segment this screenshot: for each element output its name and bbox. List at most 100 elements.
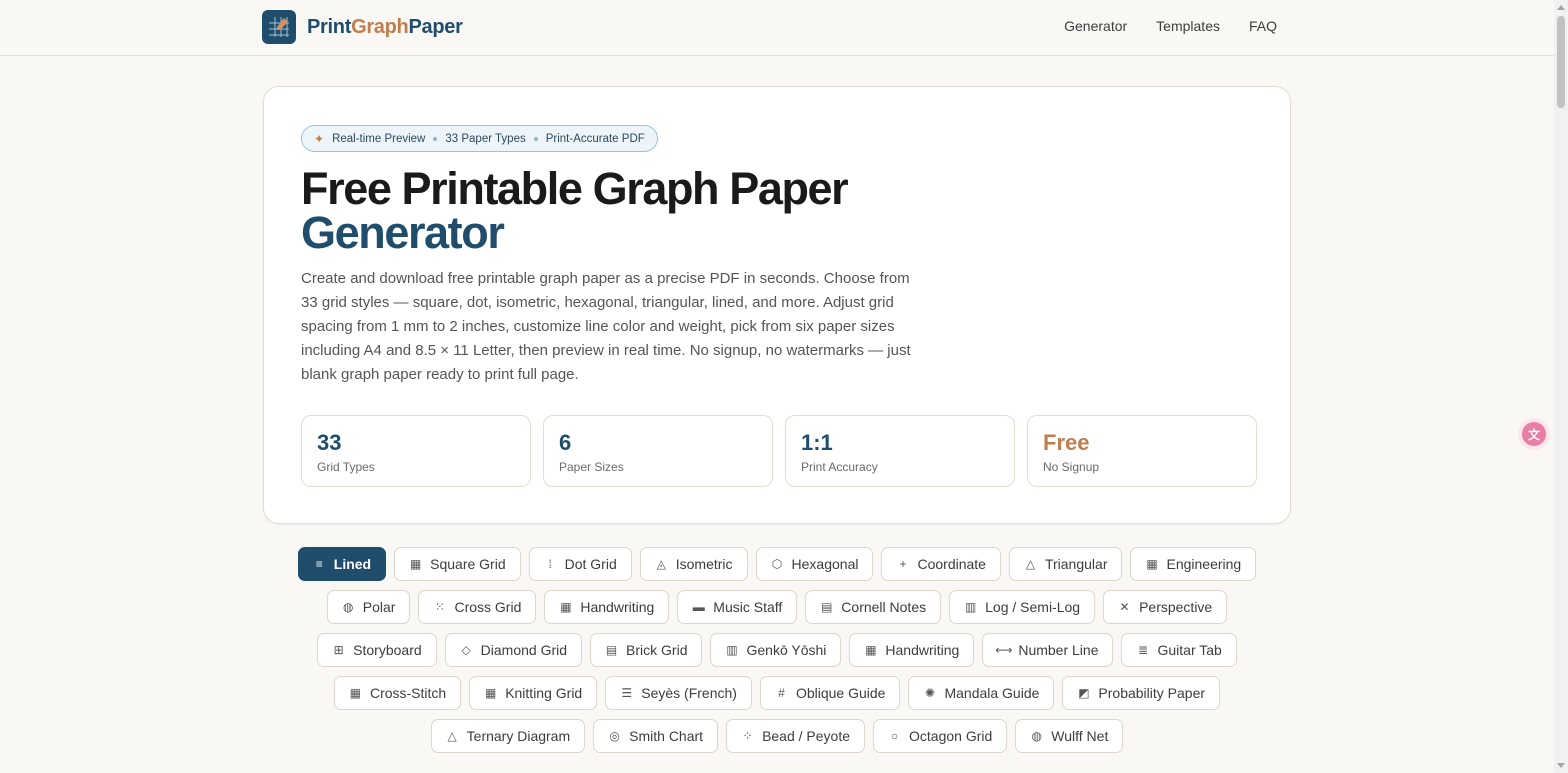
- grid-type-button[interactable]: ▦ Handwriting: [544, 590, 670, 624]
- grid-type-row: ⊞ Storyboard ◇ Diamond Grid ▤ Brick Grid ▥ Genk…: [263, 633, 1291, 667]
- knitting-icon: ▦: [485, 686, 497, 700]
- grid-type-label: Handwriting: [885, 642, 960, 658]
- grid-type-row: ▦ Cross-Stitch ▦ Knitting Grid ☰ Seyès (Frenc…: [263, 676, 1291, 710]
- grid-type-label: Brick Grid: [626, 642, 688, 658]
- scroll-down-arrow-icon[interactable]: [1557, 763, 1565, 768]
- grid-type-button[interactable]: ▦ Cross-Stitch: [333, 676, 462, 710]
- grid-type-button[interactable]: ○ Octagon Grid: [873, 719, 1008, 753]
- genko-icon: ▥: [726, 643, 738, 657]
- grid-type-button[interactable]: ▬ Music Staff: [677, 590, 798, 624]
- stat-paper-sizes: 6 Paper Sizes: [543, 415, 773, 487]
- grid-type-button[interactable]: ◎ Smith Chart: [593, 719, 719, 753]
- grid-type-label: Smith Chart: [629, 728, 704, 744]
- grid-type-row: △ Ternary Diagram ◎ Smith Chart ⁘ Bead / Peyo…: [263, 719, 1291, 753]
- grid-type-label: Cross-Stitch: [369, 685, 447, 701]
- brick-icon: ▤: [605, 643, 618, 657]
- grid-type-row: ◍ Polar ⁙ Cross Grid ▦ Handwriting ▬ Music Staf…: [263, 590, 1291, 624]
- globe-icon: ◍: [1031, 729, 1043, 743]
- nav-templates[interactable]: Templates: [1156, 18, 1220, 34]
- grid-type-label: Knitting Grid: [505, 685, 583, 701]
- bead-icon: ⁘: [742, 729, 753, 743]
- grid-type-label: Oblique Guide: [795, 685, 886, 701]
- grid-type-button[interactable]: ⬡ Hexagonal: [755, 547, 874, 581]
- grid-type-button[interactable]: ◍ Polar: [326, 590, 411, 624]
- grid-type-label: Bead / Peyote: [762, 728, 851, 744]
- cross-stitch-icon: ▦: [349, 686, 362, 700]
- grid-type-button[interactable]: ≡ Lined: [297, 547, 387, 581]
- pill-item: Print-Accurate PDF: [545, 132, 645, 145]
- grid-type-button[interactable]: ⁞ Dot Grid: [528, 547, 632, 581]
- grid-type-label: Diamond Grid: [480, 642, 568, 658]
- stat-print-accuracy: 1:1 Print Accuracy: [785, 415, 1015, 487]
- title-line-2: Generator: [301, 207, 505, 258]
- stat-value: 33: [317, 430, 342, 455]
- grid-type-button[interactable]: ✕ Perspective: [1103, 590, 1228, 624]
- music-staff-icon: ▬: [692, 600, 705, 614]
- grid-type-button[interactable]: ▦ Knitting Grid: [469, 676, 598, 710]
- polar-icon: ◍: [343, 600, 354, 614]
- stat-label: Print Accuracy: [801, 460, 878, 474]
- number-line-icon: ⟷: [995, 643, 1013, 657]
- feature-pill: ✦ Real-time Preview 33 Paper Types Print…: [301, 125, 658, 152]
- grid-type-label: Genkō Yōshi: [746, 642, 827, 658]
- translate-widget[interactable]: 文: [1518, 418, 1550, 450]
- nav-generator[interactable]: Generator: [1064, 18, 1127, 34]
- grid-type-button[interactable]: ◍ Wulff Net: [1015, 719, 1124, 753]
- grid-type-button[interactable]: ▥ Log / Semi-Log: [949, 590, 1096, 624]
- grid-type-label: Log / Semi-Log: [985, 599, 1081, 615]
- triangle-icon: △: [1025, 557, 1036, 571]
- grid-type-button[interactable]: ≣ Guitar Tab: [1121, 633, 1237, 667]
- grid-type-button[interactable]: △ Triangular: [1008, 547, 1123, 581]
- nav-faq[interactable]: FAQ: [1249, 18, 1277, 34]
- storyboard-icon: ⊞: [333, 643, 344, 657]
- grid-type-button[interactable]: ▦ Square Grid: [394, 547, 521, 581]
- stat-value: 6: [559, 430, 572, 455]
- scrollbar[interactable]: [1554, 0, 1568, 773]
- guitar-tab-icon: ≣: [1137, 643, 1149, 657]
- grid-type-label: Isometric: [675, 556, 733, 572]
- separator-dot: [433, 136, 438, 141]
- grid-type-button[interactable]: ▦ Engineering: [1130, 547, 1257, 581]
- grid-type-button[interactable]: △ Ternary Diagram: [430, 719, 586, 753]
- hero-card: ✦ Real-time Preview 33 Paper Types Print…: [263, 86, 1291, 524]
- square-grid-icon: ▦: [409, 557, 422, 571]
- scroll-up-arrow-icon[interactable]: [1557, 5, 1565, 10]
- stat-grid-types: 33 Grid Types: [301, 415, 531, 487]
- brand-name: PrintGraphPaper: [307, 15, 463, 38]
- hero-description: Create and download free printable graph…: [301, 270, 911, 383]
- grid-type-label: Wulff Net: [1051, 728, 1109, 744]
- stats-row: 33 Grid Types 6 Paper Sizes 1:1 Print Ac…: [301, 415, 1257, 487]
- top-navbar: PrintGraphPaper Generator Templates FAQ: [0, 0, 1554, 56]
- grid-type-row: ≡ Lined ▦ Square Grid ⁞ Dot Grid ◬ Isometric ⬡ He…: [263, 547, 1291, 581]
- stat-value: 1:1: [801, 430, 833, 455]
- cross-grid-icon: ⁙: [434, 600, 445, 614]
- grid-type-button[interactable]: ⟷ Number Line: [982, 633, 1114, 667]
- grid-type-button[interactable]: ✺ Mandala Guide: [908, 676, 1055, 710]
- grid-type-button[interactable]: ⁘ Bead / Peyote: [726, 719, 866, 753]
- grid-type-button[interactable]: ▤ Brick Grid: [590, 633, 703, 667]
- main-nav: Generator Templates FAQ: [1064, 18, 1277, 34]
- logo[interactable]: PrintGraphPaper: [262, 10, 463, 44]
- grid-type-button[interactable]: ▥ Genkō Yōshi: [710, 633, 842, 667]
- lines-icon: ≡: [315, 557, 323, 571]
- grid-type-label: Music Staff: [713, 599, 783, 615]
- grid-type-button[interactable]: + Coordinate: [881, 547, 1001, 581]
- logo-grid-icon: [262, 10, 296, 44]
- engineering-icon: ▦: [1146, 557, 1158, 571]
- dot-grid-icon: ⁞: [548, 557, 552, 571]
- grid-type-button[interactable]: ☰ Seyès (French): [605, 676, 752, 710]
- grid-type-button[interactable]: ◇ Diamond Grid: [444, 633, 583, 667]
- grid-type-button[interactable]: ◬ Isometric: [639, 547, 748, 581]
- pill-item: 33 Paper Types: [445, 132, 526, 145]
- grid-type-label: Cornell Notes: [841, 599, 927, 615]
- grid-type-label: Perspective: [1139, 599, 1213, 615]
- grid-type-label: Handwriting: [580, 599, 655, 615]
- grid-type-button[interactable]: ⁙ Cross Grid: [418, 590, 537, 624]
- grid-type-button[interactable]: ▦ Handwriting: [849, 633, 975, 667]
- grid-type-button[interactable]: ▤ Cornell Notes: [805, 590, 942, 624]
- stat-value: Free: [1043, 430, 1090, 455]
- grid-type-button[interactable]: ◩ Probability Paper: [1062, 676, 1221, 710]
- grid-type-button[interactable]: ⊞ Storyboard: [317, 633, 437, 667]
- scroll-thumb[interactable]: [1557, 16, 1565, 108]
- grid-type-button[interactable]: # Oblique Guide: [759, 676, 901, 710]
